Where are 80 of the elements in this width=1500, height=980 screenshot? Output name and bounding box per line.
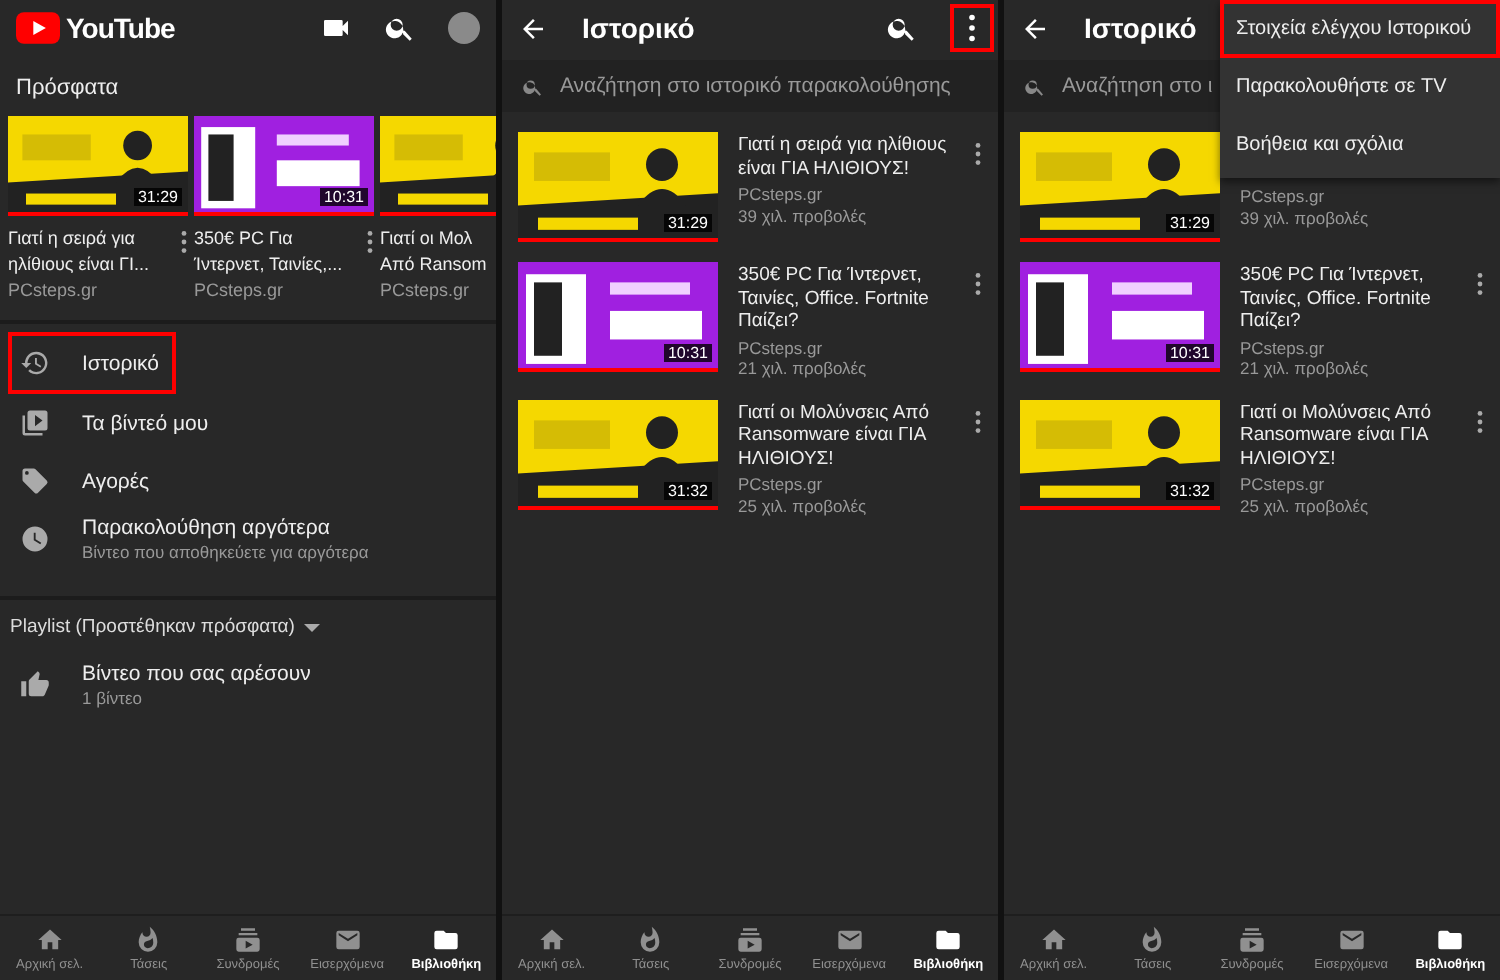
view-count: 39 χιλ. προβολές [738, 205, 869, 226]
subscriptions-icon [233, 925, 262, 953]
view-count: 21 χιλ. προβολές [738, 358, 869, 379]
home-icon [35, 925, 64, 953]
menu-item[interactable]: Αγορές [0, 452, 170, 510]
channel-name: PCsteps.gr [194, 280, 286, 300]
duration-badge: 10:31 [1165, 344, 1214, 362]
clock-icon [20, 524, 50, 554]
search-icon [1024, 75, 1046, 97]
video-title[interactable]: 350€ PC Για Ίντερνετ, Ταινίες, Office. Fortnite Παίζει? [1240, 264, 1456, 333]
thumbs-up-icon [20, 670, 50, 700]
more-options-icon [968, 14, 976, 42]
more-options-icon[interactable] [366, 230, 374, 254]
channel-name: PCsteps.gr [1240, 337, 1327, 358]
playlist-item[interactable]: Βίντεο που σας αρέσουν 1 βίντεο [0, 654, 496, 712]
menu-item[interactable]: Παρακολούθηση αργότερα Βίντεο που αποθηκεύετε για αργότερα [0, 510, 389, 568]
menu-option[interactable]: Βοήθεια και σχόλια [1220, 116, 1500, 174]
page-title: Ιστορικό [1084, 12, 1197, 44]
dropdown-caret-icon[interactable] [304, 623, 321, 631]
channel-name: PCsteps.gr [8, 280, 100, 300]
menu-item[interactable]: Ιστορικό [8, 332, 176, 394]
video-title[interactable]: Γιατί η σειρά για ηλίθιους είναι ΓΙΑ ΗΛΙΘΙΟΥΣ! [738, 134, 954, 180]
video-title[interactable]: Γιατί οι Μολ Από Ransom [380, 226, 487, 278]
folder-icon [432, 925, 461, 953]
history-icon [20, 348, 50, 378]
avatar[interactable] [448, 12, 480, 44]
search-input[interactable]: Αναζήτηση στο ιστορικό παρακολούθησης [559, 74, 978, 98]
app-logo: YouTube [66, 12, 175, 44]
mail-icon [835, 925, 864, 953]
page-title: Ιστορικό [582, 12, 695, 44]
view-count: 39 χιλ. προβολές [1240, 207, 1371, 228]
view-count: 25 χιλ. προβολές [1240, 495, 1371, 516]
flame-icon [1138, 925, 1167, 953]
more-options-icon[interactable] [1476, 272, 1484, 296]
section-title: Πρόσφατα [14, 74, 121, 104]
search-field[interactable]: Αναζήτηση στο ιστορικό παρακολούθησης [502, 60, 998, 112]
back-arrow-icon[interactable] [1020, 13, 1050, 43]
duration-badge: 10:31 [319, 188, 368, 206]
video-title[interactable]: 350€ PC Για Ίντερνετ, Ταινίες,... [194, 226, 343, 278]
menu-option[interactable]: Παρακολουθήστε σε TV [1220, 58, 1500, 116]
more-options-icon[interactable] [974, 272, 982, 296]
channel-name: PCsteps.gr [738, 474, 825, 495]
video-title[interactable]: Γιατί οι Μολύνσεις Από Ransomware είναι ΓΙΑ ΗΛΙΘΙΟΥΣ! [1240, 401, 1456, 470]
section-title: Playlist (Προστέθηκαν πρόσφατα) [10, 616, 295, 638]
duration-badge: 31:29 [1165, 214, 1214, 232]
more-options-icon[interactable] [974, 409, 982, 433]
home-icon [1039, 925, 1068, 953]
view-count: 25 χιλ. προβολές [738, 495, 869, 516]
menu-option[interactable]: Στοιχεία ελέγχου Ιστορικού [1220, 0, 1500, 58]
mail-icon [1337, 925, 1366, 953]
home-icon [537, 925, 566, 953]
mail-icon [333, 925, 362, 953]
duration-badge: 31:29 [133, 188, 182, 206]
video-library-icon [20, 408, 50, 438]
menu-item[interactable]: Τα βίντεό μου [0, 394, 229, 452]
duration-badge: 31:29 [663, 214, 712, 232]
duration-badge: 10:31 [663, 344, 712, 362]
subscriptions-icon [1237, 925, 1266, 953]
flame-icon [636, 925, 665, 953]
channel-name: PCsteps.gr [738, 337, 825, 358]
video-title[interactable]: Γιατί οι Μολύνσεις Από Ransomware είναι ΓΙΑ ΗΛΙΘΙΟΥΣ! [738, 401, 954, 470]
flame-icon [134, 925, 163, 953]
search-icon [522, 75, 544, 97]
more-options-icon[interactable] [180, 230, 188, 254]
more-options-icon[interactable] [974, 142, 982, 166]
play-logo-icon [16, 12, 60, 44]
video-title[interactable]: Γιατί η σειρά για ηλίθιους είναι ΓΙ... [8, 226, 149, 278]
folder-icon [934, 925, 963, 953]
folder-icon [1436, 925, 1465, 953]
more-options-button[interactable] [950, 4, 994, 52]
subscriptions-icon [735, 925, 764, 953]
video-title[interactable]: 350€ PC Για Ίντερνετ, Ταινίες, Office. Fortnite Παίζει? [738, 264, 954, 333]
channel-name: PCsteps.gr [738, 184, 825, 205]
view-count: 21 χιλ. προβολές [1240, 358, 1371, 379]
channel-name: PCsteps.gr [1240, 474, 1327, 495]
back-arrow-icon[interactable] [518, 13, 548, 43]
channel-name: PCsteps.gr [1240, 186, 1327, 207]
tag-icon [20, 466, 50, 496]
channel-name: PCsteps.gr [380, 280, 472, 300]
more-options-icon[interactable] [1476, 409, 1484, 433]
